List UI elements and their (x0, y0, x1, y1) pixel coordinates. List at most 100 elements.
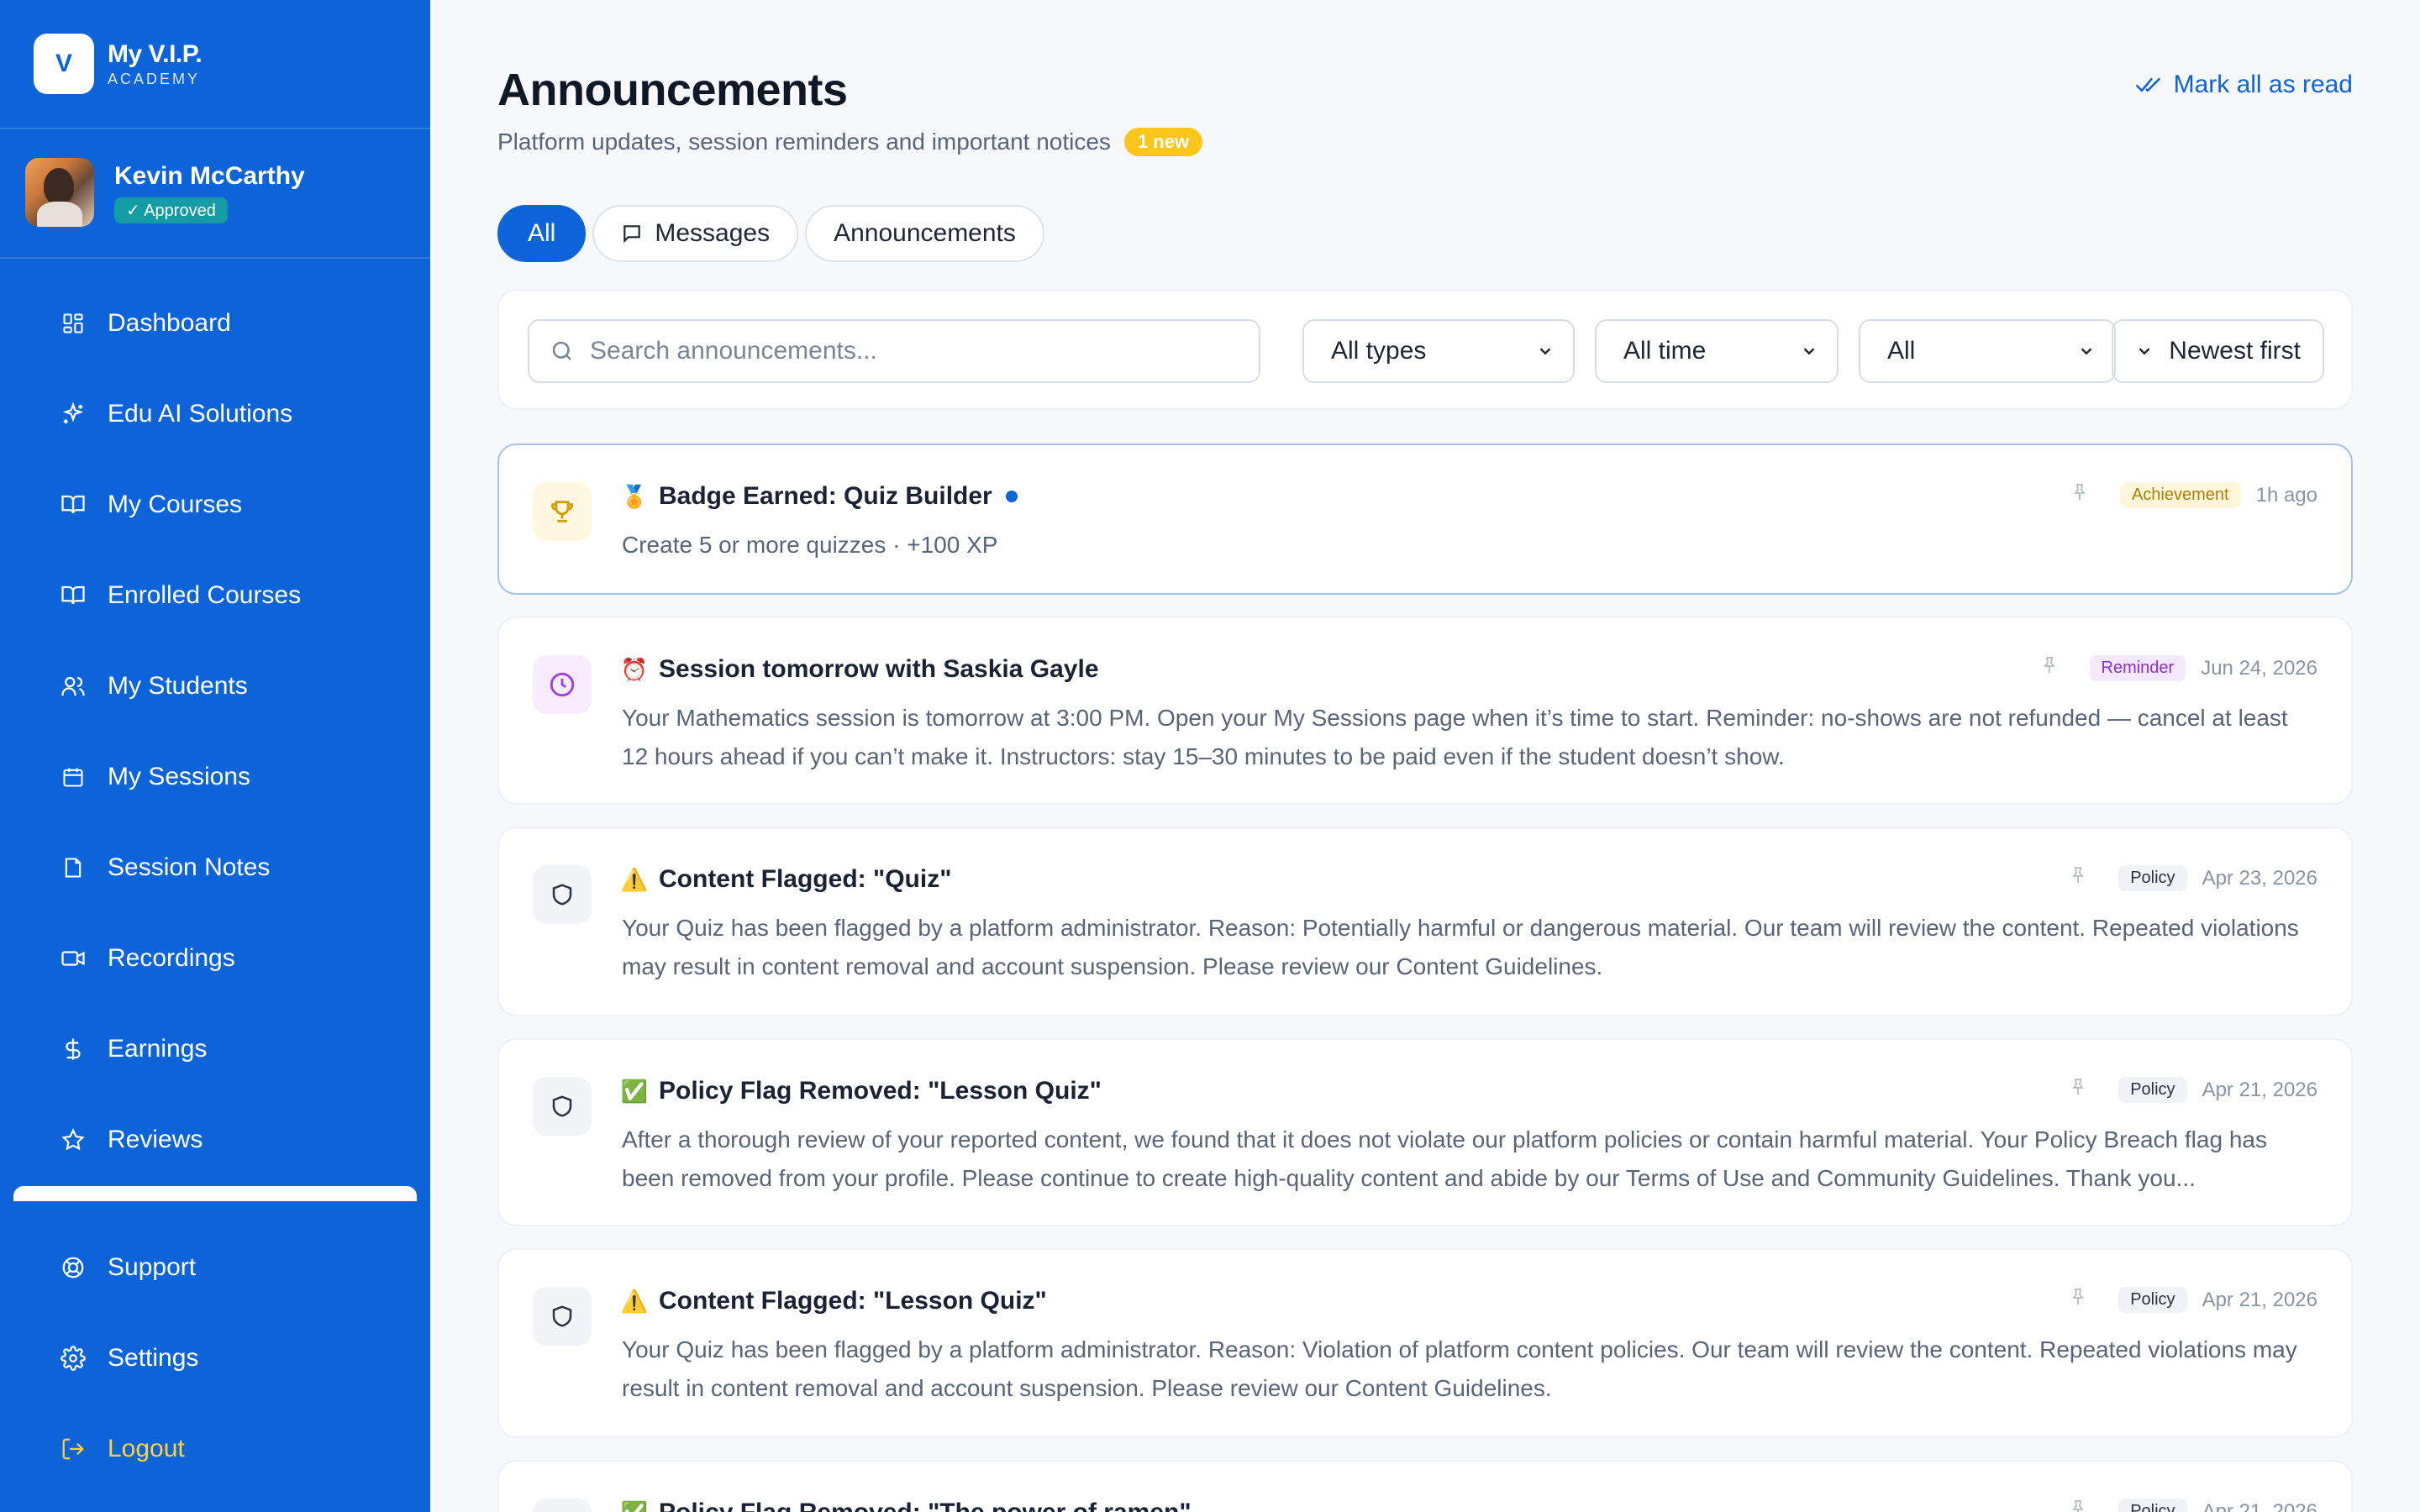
page-subtitle: Platform updates, session reminders and … (497, 129, 1111, 155)
announcement-card[interactable]: ⏰ Session tomorrow with Saskia Gayle You… (497, 617, 2353, 805)
category-tag: Policy (2118, 1077, 2187, 1103)
nav-scroll-indicator (13, 1186, 417, 1201)
sidebar-item-my-sessions[interactable]: My Sessions (0, 739, 430, 815)
announcement-body: Your Mathematics session is tomorrow at … (622, 705, 2288, 769)
announcement-card[interactable]: ⚠️ Content Flagged: "Lesson Quiz" Your Q… (497, 1248, 2353, 1438)
clock-icon (533, 655, 592, 714)
tab-announcements[interactable]: Announcements (805, 205, 1044, 262)
announcement-card[interactable]: ✅ Policy Flag Removed: "The power of ram… (497, 1460, 2353, 1512)
timestamp: Jun 24, 2026 (2201, 656, 2317, 680)
sidebar-item-reviews[interactable]: Reviews (0, 1102, 430, 1178)
sidebar: V My V.I.P. ACADEMY Kevin McCarthy ✓ App… (0, 0, 430, 1512)
announcement-card[interactable]: ⚠️ Content Flagged: "Quiz" Your Quiz has… (497, 827, 2353, 1016)
tab-label: Announcements (834, 219, 1016, 247)
profile[interactable]: Kevin McCarthy ✓ Approved (25, 158, 305, 227)
shield-icon (533, 865, 592, 924)
search-box[interactable] (528, 319, 1260, 383)
users-icon (60, 674, 86, 699)
approved-badge: ✓ Approved (114, 197, 228, 223)
sidebar-item-support[interactable]: Support (0, 1230, 430, 1305)
check-mark-icon: ✅ (621, 1500, 648, 1512)
profile-name: Kevin McCarthy (114, 161, 305, 190)
sidebar-item-recordings[interactable]: Recordings (0, 921, 430, 996)
sidebar-item-enrolled-courses[interactable]: Enrolled Courses (0, 558, 430, 633)
search-icon (552, 341, 571, 360)
main-content: Announcements Platform updates, session … (430, 0, 2420, 1512)
star-icon (60, 1127, 86, 1152)
lifebuoy-icon (60, 1255, 86, 1280)
filter-bar: All types All time All Newest first (497, 289, 2353, 410)
announcement-title: Policy Flag Removed: "The power of ramen… (659, 1499, 1192, 1512)
search-input[interactable] (590, 337, 1228, 365)
sidebar-item-logout[interactable]: Logout (0, 1411, 430, 1487)
mark-all-read-label: Mark all as read (2173, 71, 2353, 98)
logout-icon (60, 1436, 86, 1462)
sidebar-item-label: My Students (108, 672, 248, 700)
announcement-title: Content Flagged: "Lesson Quiz" (659, 1287, 1047, 1315)
sort-button[interactable]: Newest first (2112, 319, 2324, 383)
tab-label: Messages (655, 219, 771, 247)
mark-all-read-button[interactable]: Mark all as read (2135, 71, 2353, 99)
sidebar-item-dashboard[interactable]: Dashboard (0, 286, 430, 361)
brand[interactable]: V My V.I.P. ACADEMY (34, 34, 203, 94)
sidebar-item-session-notes[interactable]: Session Notes (0, 830, 430, 906)
new-count-badge: 1 new (1123, 128, 1203, 156)
tab-bar: All Messages Announcements (497, 205, 1051, 262)
brand-logo: V (34, 34, 94, 94)
announcement-body: Create 5 or more quizzes · +100 XP (622, 532, 998, 558)
announcement-title: Content Flagged: "Quiz" (659, 865, 952, 893)
tab-all[interactable]: All (497, 205, 587, 262)
time-select[interactable]: All time (1595, 319, 1839, 383)
timestamp: Apr 21, 2026 (2202, 1078, 2317, 1101)
timestamp: Apr 23, 2026 (2202, 866, 2317, 890)
sidebar-item-label: Reviews (108, 1126, 203, 1153)
tab-label: All (528, 219, 556, 247)
status-select[interactable]: All (1859, 319, 2116, 383)
shield-icon (533, 1287, 592, 1346)
sidebar-item-edu-ai[interactable]: Edu AI Solutions (0, 376, 430, 452)
pin-icon[interactable] (2070, 482, 2090, 508)
chevron-down-icon (1803, 348, 1815, 355)
page-title: Announcements (497, 65, 848, 115)
dashboard-icon (60, 311, 86, 336)
timestamp: 1h ago (2255, 483, 2317, 507)
type-select[interactable]: All types (1302, 319, 1575, 383)
avatar (25, 158, 94, 227)
sidebar-item-settings[interactable]: Settings (0, 1320, 430, 1396)
book-icon (60, 492, 86, 517)
sidebar-item-label: Earnings (108, 1035, 208, 1063)
announcement-card[interactable]: 🏅 Badge Earned: Quiz Builder Create 5 or… (497, 444, 2353, 595)
sidebar-item-label: Dashboard (108, 309, 231, 337)
sidebar-item-label: My Sessions (108, 763, 251, 790)
sidebar-divider (0, 257, 430, 259)
sidebar-item-earnings[interactable]: Earnings (0, 1011, 430, 1087)
sidebar-item-my-students[interactable]: My Students (0, 648, 430, 724)
announcement-body: Your Quiz has been flagged by a platform… (622, 915, 2299, 979)
category-tag: Policy (2118, 1499, 2187, 1512)
sort-label: Newest first (2169, 337, 2301, 365)
announcement-title: Policy Flag Removed: "Lesson Quiz" (659, 1077, 1102, 1105)
page-subtitle-row: Platform updates, session reminders and … (497, 128, 1203, 156)
trophy-icon (533, 482, 592, 541)
calendar-icon (60, 764, 86, 790)
announcement-title: Session tomorrow with Saskia Gayle (659, 655, 1099, 683)
tab-messages[interactable]: Messages (592, 205, 799, 262)
timestamp: Apr 21, 2026 (2202, 1288, 2317, 1311)
pin-icon[interactable] (2039, 655, 2060, 681)
message-icon (623, 225, 641, 244)
shield-icon (533, 1499, 592, 1512)
pin-icon[interactable] (2068, 1499, 2088, 1512)
shield-icon (533, 1077, 592, 1136)
sidebar-item-label: Logout (108, 1435, 185, 1462)
chevron-down-icon (2081, 348, 2092, 355)
medal-icon: 🏅 (620, 483, 649, 509)
announcement-card[interactable]: ✅ Policy Flag Removed: "Lesson Quiz" Aft… (497, 1038, 2353, 1226)
category-tag: Policy (2118, 865, 2187, 891)
sidebar-item-my-courses[interactable]: My Courses (0, 467, 430, 543)
gear-icon (60, 1346, 86, 1371)
pin-icon[interactable] (2068, 1077, 2088, 1103)
unread-dot (1005, 491, 1018, 502)
timestamp: Apr 21, 2026 (2202, 1499, 2317, 1512)
pin-icon[interactable] (2068, 865, 2088, 891)
pin-icon[interactable] (2068, 1287, 2088, 1313)
